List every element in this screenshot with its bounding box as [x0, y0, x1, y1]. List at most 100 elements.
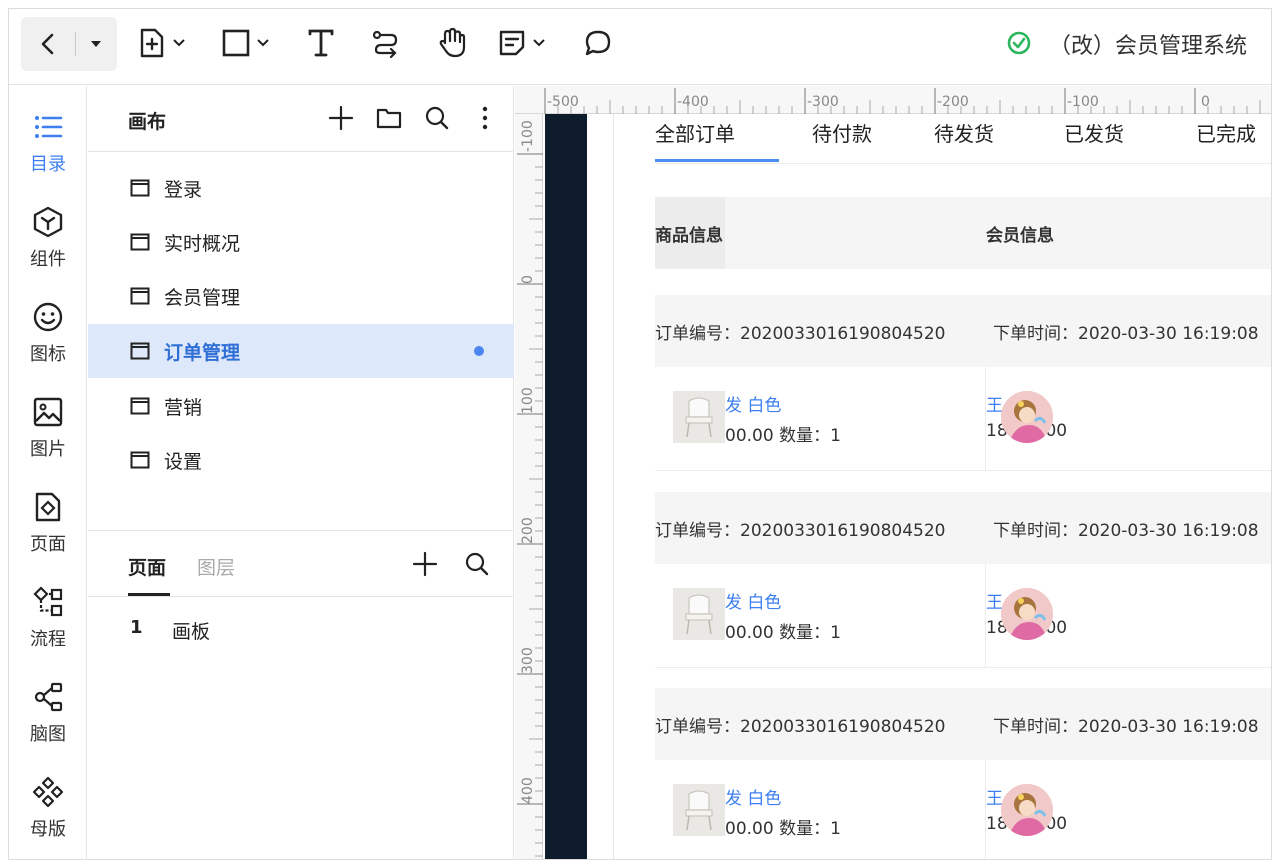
rail-item-icons[interactable]: 图标 — [9, 288, 87, 374]
ruler-label: -100 — [520, 120, 536, 152]
tab-layers[interactable]: 图层 — [197, 553, 235, 580]
image-icon — [31, 395, 65, 429]
tab-pages[interactable]: 页面 — [128, 553, 166, 580]
search-icon[interactable] — [462, 549, 492, 579]
order-number: 订单编号：2020033016190804520 — [655, 521, 946, 541]
left-rail: 目录 组件 图标 图片 页面 流程 脑图 母版 — [9, 86, 87, 859]
window-icon — [130, 342, 150, 360]
page-item-login[interactable]: 登录 — [88, 161, 514, 215]
ruler-label: 300 — [520, 647, 536, 674]
order-row[interactable]: 发 白色 00.00 数量：1 王 18 39000 — [655, 367, 1271, 471]
top-toolbar: （改）会员管理系统 — [9, 9, 1271, 85]
page-item-orders[interactable]: 订单管理 — [88, 324, 514, 378]
add-icon[interactable] — [326, 103, 356, 133]
more-vertical-icon[interactable] — [470, 103, 500, 133]
hand-icon — [437, 27, 467, 59]
product-title[interactable]: 发 白色 — [725, 588, 781, 613]
order-time: 下单时间：2020-03-30 16:19:08 — [993, 717, 1259, 737]
directory-panel: 画布 登录 实时概况 会员管理 订单管理 营销 设置 页面 图层 1 画板 — [88, 86, 514, 859]
rail-item-page[interactable]: 页面 — [9, 478, 87, 564]
chevron-down-icon — [257, 39, 269, 47]
product-title[interactable]: 发 白色 — [725, 784, 781, 809]
back-icon[interactable] — [31, 27, 65, 61]
rectangle-icon — [221, 28, 251, 58]
divider — [75, 32, 76, 56]
order-row[interactable]: 发 白色 00.00 数量：1 王 18 39000 — [655, 760, 1271, 859]
vertical-ruler: -100 0 100 200 300 400 — [515, 114, 543, 859]
rail-label: 脑图 — [30, 724, 66, 745]
product-thumbnail — [673, 588, 725, 640]
product-title[interactable]: 发 白色 — [725, 391, 781, 416]
header-member-info: 会员信息 — [986, 226, 1054, 246]
ruler-label: -500 — [547, 94, 579, 110]
tab-shipped[interactable]: 已发货 — [1064, 118, 1124, 147]
window-icon — [130, 451, 150, 469]
tab-pending-shipment[interactable]: 待发货 — [934, 118, 994, 147]
rail-item-directory[interactable]: 目录 — [9, 98, 87, 184]
master-icon — [31, 775, 65, 809]
layer-number: 1 — [130, 617, 143, 638]
layer-item[interactable]: 1 画板 — [88, 609, 514, 649]
ruler-label: 0 — [1201, 94, 1210, 110]
note-tool[interactable] — [497, 23, 545, 63]
product-price-qty: 00.00 数量：1 — [725, 426, 841, 446]
folder-icon[interactable] — [374, 103, 404, 133]
order-header: 订单编号：2020033016190804520 下单时间：2020-03-30… — [655, 492, 1271, 564]
ruler-label: 100 — [520, 387, 536, 414]
window-icon — [130, 287, 150, 305]
text-tool[interactable] — [307, 23, 335, 63]
divider — [985, 760, 986, 859]
page-item-members[interactable]: 会员管理 — [88, 269, 514, 323]
rail-label: 图标 — [30, 344, 66, 365]
rail-item-master[interactable]: 母版 — [9, 763, 87, 849]
window-icon — [130, 397, 150, 415]
page-item-realtime[interactable]: 实时概况 — [88, 215, 514, 269]
order-row[interactable]: 发 白色 00.00 数量：1 王 18 39000 — [655, 564, 1271, 668]
artboard[interactable]: 全部订单 待付款 待发货 已发货 已完成 商品信息 会员信息 订单编号：2020… — [613, 114, 1271, 859]
page-item-settings[interactable]: 设置 — [88, 433, 514, 487]
panel-title: 画布 — [128, 111, 167, 133]
rail-label: 组件 — [30, 249, 66, 270]
page-item-label: 设置 — [164, 450, 203, 473]
search-icon[interactable] — [422, 103, 452, 133]
order-header: 订单编号：2020033016190804520 下单时间：2020-03-30… — [655, 688, 1271, 760]
chevron-down-icon — [173, 39, 185, 47]
tab-completed[interactable]: 已完成 — [1196, 118, 1256, 147]
dropdown-icon[interactable] — [83, 27, 109, 61]
active-tab-underline — [655, 159, 779, 162]
connector-icon — [371, 28, 401, 58]
ruler-label: -200 — [937, 94, 969, 110]
rail-item-components[interactable]: 组件 — [9, 193, 87, 279]
rectangle-tool[interactable] — [221, 23, 269, 63]
product-thumbnail — [673, 391, 725, 443]
ruler-label: -300 — [807, 94, 839, 110]
mindmap-icon — [31, 680, 65, 714]
rail-item-images[interactable]: 图片 — [9, 383, 87, 469]
rail-item-mindmap[interactable]: 脑图 — [9, 668, 87, 754]
rail-label: 目录 — [30, 154, 66, 175]
avatar — [1001, 784, 1053, 836]
design-canvas[interactable]: -500 -400 -300 -200 -100 0 -100 0 100 20… — [515, 86, 1271, 859]
component-icon — [31, 205, 65, 239]
app-window: （改）会员管理系统 目录 组件 图标 图片 页面 流程 脑图 母版 画布 登录 … — [8, 8, 1272, 860]
page-item-marketing[interactable]: 营销 — [88, 379, 514, 433]
tab-pending-payment[interactable]: 待付款 — [812, 118, 872, 147]
divider — [985, 564, 986, 668]
add-icon[interactable] — [410, 549, 440, 579]
lower-tabs: 页面 图层 — [88, 531, 514, 597]
comment-tool[interactable] — [583, 23, 613, 63]
hand-tool[interactable] — [437, 23, 467, 63]
rail-item-flow[interactable]: 流程 — [9, 573, 87, 659]
ruler-label: 0 — [520, 275, 536, 284]
add-page-tool[interactable] — [137, 23, 185, 63]
connector-tool[interactable] — [371, 23, 401, 63]
rail-label: 页面 — [30, 534, 66, 555]
history-nav — [21, 17, 117, 71]
rail-label: 图片 — [30, 439, 66, 460]
ruler-label: 400 — [520, 777, 536, 804]
check-circle-icon — [1007, 31, 1031, 55]
tab-all-orders[interactable]: 全部订单 — [655, 118, 735, 147]
window-icon — [130, 233, 150, 251]
pages-layers-section: 页面 图层 1 画板 — [88, 530, 514, 859]
flow-icon — [31, 585, 65, 619]
